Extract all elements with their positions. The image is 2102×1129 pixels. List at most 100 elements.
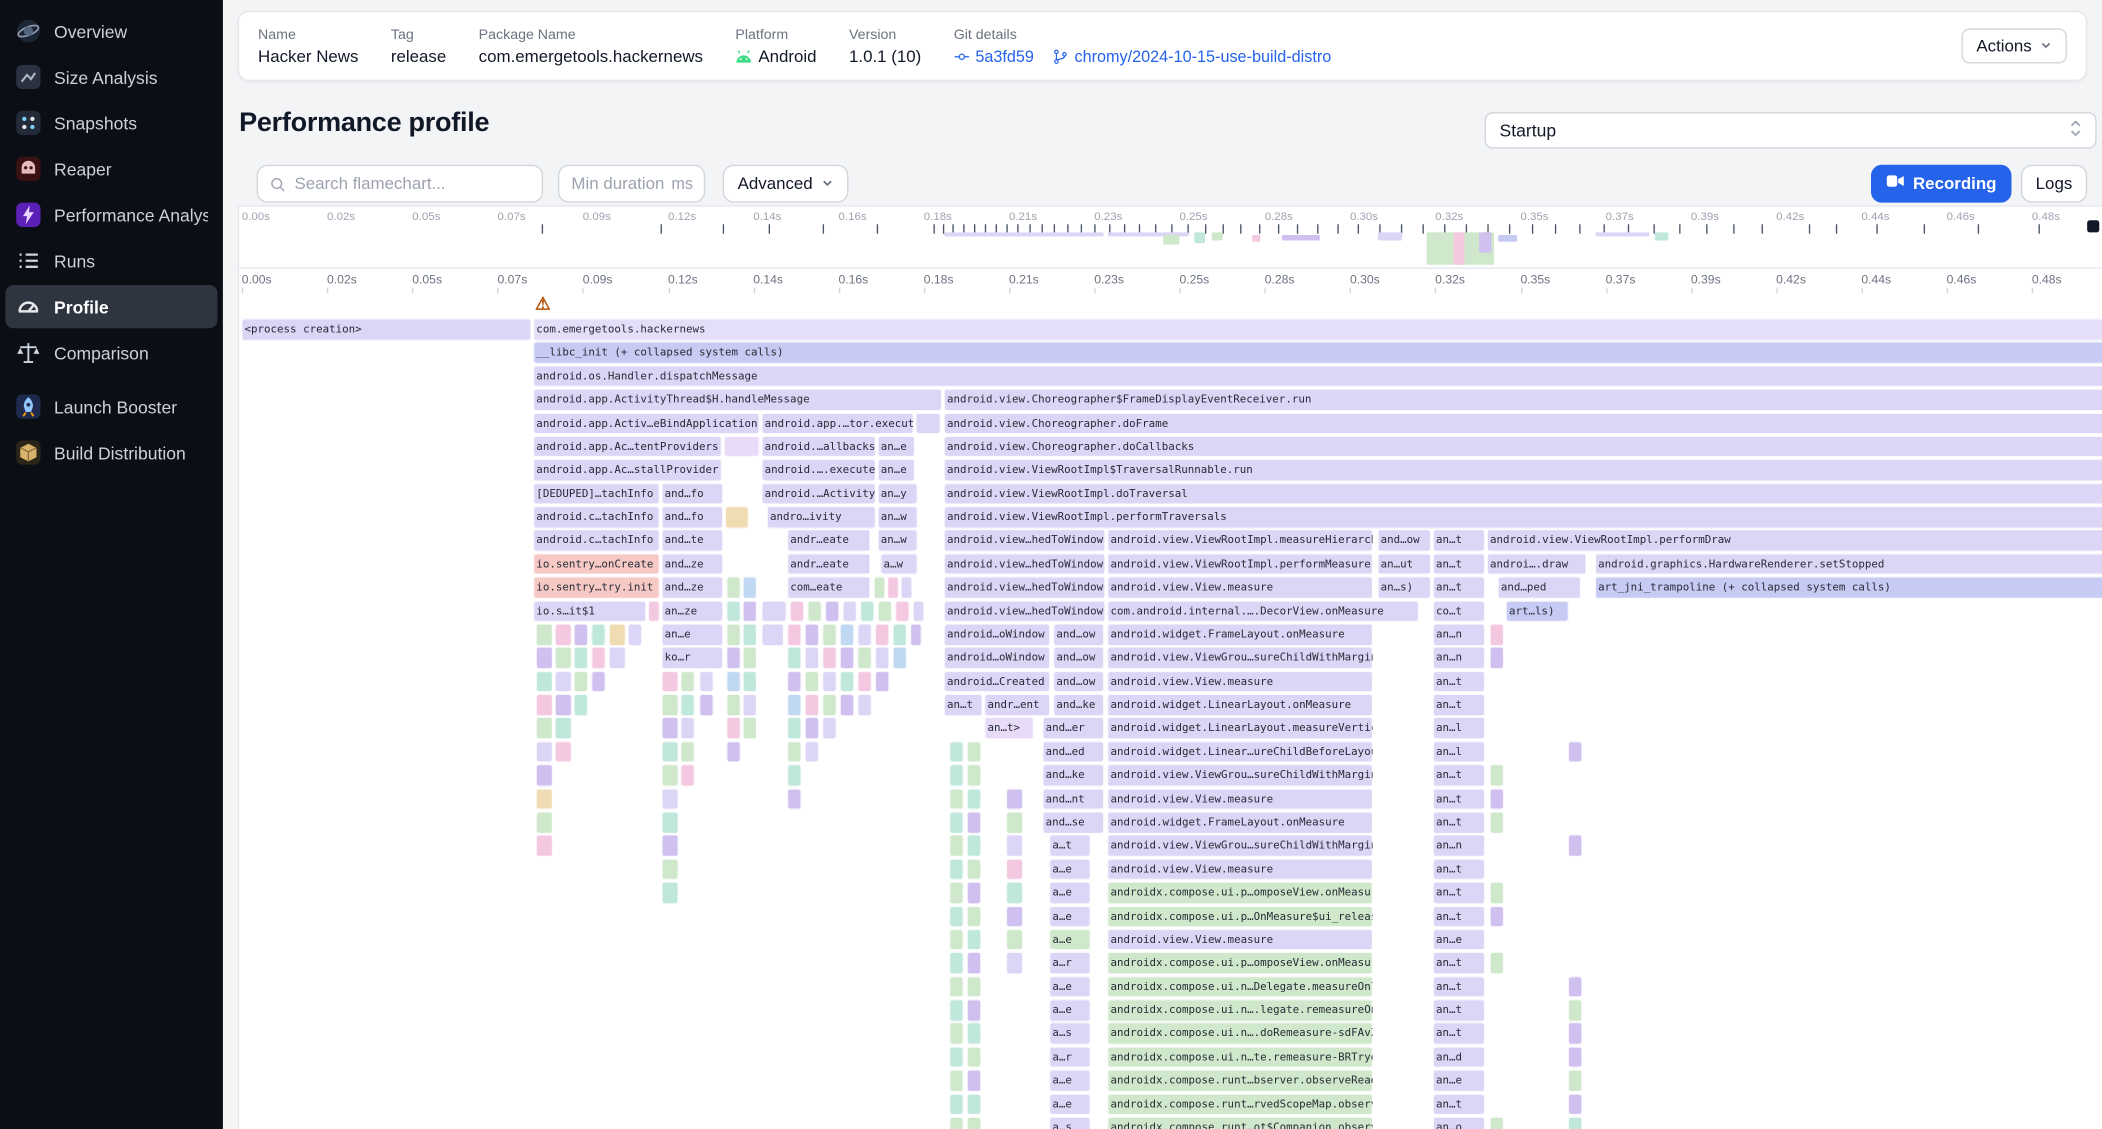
flame-frame[interactable]: android.view.ViewRootImpl.performDraw bbox=[1487, 530, 2102, 551]
flame-frame[interactable]: co…t bbox=[1433, 601, 1484, 622]
flame-frame[interactable] bbox=[825, 601, 839, 622]
flame-frame[interactable]: android.app.Activ…eBindApplication bbox=[534, 413, 760, 434]
flame-frame[interactable] bbox=[536, 835, 552, 856]
flame-frame[interactable]: a…e bbox=[1050, 882, 1091, 903]
flame-frame[interactable] bbox=[950, 1023, 964, 1044]
flame-frame[interactable] bbox=[1568, 1023, 1582, 1044]
flame-frame[interactable] bbox=[967, 1070, 981, 1091]
flame-frame[interactable]: an…t bbox=[1433, 1000, 1484, 1021]
flame-frame[interactable] bbox=[967, 859, 981, 880]
flame-frame[interactable]: android.c…tachInfo bbox=[534, 530, 660, 551]
flame-frame[interactable]: com.android.internal.….DecorView.onMeasu… bbox=[1108, 601, 1419, 622]
flame-frame[interactable] bbox=[950, 765, 964, 786]
flame-frame[interactable] bbox=[762, 601, 786, 622]
flame-frame[interactable] bbox=[840, 694, 854, 715]
flame-frame[interactable]: android.c…tachInfo bbox=[534, 507, 660, 528]
flame-frame[interactable] bbox=[950, 929, 964, 950]
flame-frame[interactable] bbox=[805, 694, 819, 715]
flame-frame[interactable]: android.widget.FrameLayout.onMeasure bbox=[1108, 812, 1373, 833]
flame-frame[interactable]: an…t bbox=[1433, 671, 1484, 692]
flame-frame[interactable]: io.s…it$1 bbox=[534, 601, 646, 622]
flame-frame[interactable] bbox=[536, 741, 552, 762]
flame-frame[interactable] bbox=[967, 1117, 981, 1129]
flame-frame[interactable]: an…e bbox=[878, 460, 914, 481]
flame-frame[interactable] bbox=[823, 671, 837, 692]
flame-frame[interactable] bbox=[743, 624, 757, 645]
sidebar-item-overview[interactable]: Overview bbox=[5, 9, 217, 52]
flame-frame[interactable] bbox=[662, 694, 678, 715]
flame-frame[interactable] bbox=[823, 718, 837, 739]
flame-frame[interactable] bbox=[662, 671, 678, 692]
flame-frame[interactable]: androidx.compose.ui.p…omposeView.onMeasu… bbox=[1108, 953, 1373, 974]
flame-frame[interactable] bbox=[536, 718, 552, 739]
flame-frame[interactable] bbox=[1006, 906, 1022, 927]
flame-frame[interactable] bbox=[950, 741, 964, 762]
flame-frame[interactable] bbox=[574, 648, 588, 669]
flame-frame[interactable] bbox=[662, 882, 678, 903]
flame-frame[interactable] bbox=[967, 835, 981, 856]
flame-frame[interactable] bbox=[808, 601, 822, 622]
flame-frame[interactable] bbox=[574, 671, 588, 692]
flame-frame[interactable]: an…s) bbox=[1378, 577, 1431, 598]
flame-frame[interactable]: and…fo bbox=[662, 483, 723, 504]
flame-frame[interactable] bbox=[662, 788, 678, 809]
flame-frame[interactable]: android.os.Handler.dispatchMessage bbox=[534, 366, 2102, 387]
flame-frame[interactable] bbox=[681, 765, 695, 786]
flame-frame[interactable]: a…r bbox=[1050, 1047, 1091, 1068]
flame-frame[interactable] bbox=[1490, 788, 1504, 809]
flame-frame[interactable] bbox=[950, 1047, 964, 1068]
flame-frame[interactable] bbox=[1490, 1117, 1504, 1129]
flame-frame[interactable]: android.app.Ac…stallProvider bbox=[534, 460, 722, 481]
flame-frame[interactable] bbox=[609, 648, 625, 669]
flame-frame[interactable]: android.view…hedToWindow bbox=[944, 577, 1105, 598]
flame-frame[interactable] bbox=[843, 601, 857, 622]
flame-frame[interactable]: io.sentry…onCreate bbox=[534, 554, 660, 575]
flame-frame[interactable]: an…n bbox=[1433, 648, 1484, 669]
sidebar-item-reaper[interactable]: Reaper bbox=[5, 147, 217, 190]
flame-frame[interactable]: an…e bbox=[1433, 929, 1484, 950]
flame-frame[interactable] bbox=[1568, 1070, 1582, 1091]
flame-frame[interactable]: an…w bbox=[878, 530, 917, 551]
flame-frame[interactable]: an…d bbox=[1433, 1047, 1484, 1068]
flame-frame[interactable]: an…t bbox=[1433, 812, 1484, 833]
flame-frame[interactable]: androidx.compose.runt…ot$Companion.obser… bbox=[1108, 1117, 1373, 1129]
flame-frame[interactable] bbox=[967, 1000, 981, 1021]
branch-link[interactable]: chromy/2024-10-15-use-build-distro bbox=[1053, 47, 1331, 66]
flame-frame[interactable]: an…t bbox=[1433, 554, 1484, 575]
flame-frame[interactable] bbox=[893, 624, 907, 645]
flame-frame[interactable]: an…t bbox=[1433, 859, 1484, 880]
flame-frame[interactable] bbox=[662, 718, 678, 739]
flame-frame[interactable]: an…e bbox=[662, 624, 723, 645]
flame-frame[interactable]: and…ke bbox=[1043, 765, 1104, 786]
flame-frame[interactable] bbox=[878, 601, 892, 622]
flame-frame[interactable] bbox=[1490, 624, 1504, 645]
flame-frame[interactable]: androidx.compose.runt…rvedScopeMap.obser… bbox=[1108, 1094, 1373, 1115]
flame-frame[interactable]: android.view.View.measure bbox=[1108, 671, 1373, 692]
flame-frame[interactable]: a…e bbox=[1050, 859, 1091, 880]
sidebar-item-launch-booster[interactable]: Launch Booster bbox=[5, 385, 217, 428]
flame-frame[interactable]: an…t> bbox=[985, 718, 1034, 739]
flame-frame[interactable] bbox=[628, 624, 642, 645]
flame-frame[interactable] bbox=[762, 624, 784, 645]
flame-frame[interactable]: an…ze bbox=[662, 601, 723, 622]
flame-frame[interactable] bbox=[536, 624, 552, 645]
flame-frame[interactable] bbox=[555, 694, 571, 715]
flame-frame[interactable]: ko…r bbox=[662, 648, 723, 669]
flame-frame[interactable]: an…l bbox=[1433, 741, 1484, 762]
flame-frame[interactable]: android…oWindow bbox=[944, 648, 1049, 669]
flame-frame[interactable] bbox=[592, 624, 606, 645]
flame-frame[interactable]: androidx.compose.ui.p…omposeView.onMeasu… bbox=[1108, 882, 1373, 903]
flame-frame[interactable] bbox=[967, 1094, 981, 1115]
flame-frame[interactable]: androidx.compose.runt…bserver.observeRea… bbox=[1108, 1070, 1373, 1091]
flame-frame[interactable] bbox=[840, 648, 854, 669]
flame-frame[interactable] bbox=[858, 694, 872, 715]
flame-frame[interactable]: io.sentry…try.init bbox=[534, 577, 660, 598]
flame-frame[interactable]: android.view.ViewRootImpl.performMeasure bbox=[1108, 554, 1373, 575]
sidebar-item-performance-analysis[interactable]: Performance Analysis bbox=[5, 193, 217, 236]
flame-frame[interactable]: and…ze bbox=[662, 577, 723, 598]
flame-frame[interactable]: and…te bbox=[662, 530, 723, 551]
advanced-button[interactable]: Advanced bbox=[723, 164, 848, 202]
flame-frame[interactable] bbox=[727, 601, 741, 622]
recording-button[interactable]: Recording bbox=[1871, 164, 2011, 202]
flame-frame[interactable] bbox=[805, 741, 819, 762]
